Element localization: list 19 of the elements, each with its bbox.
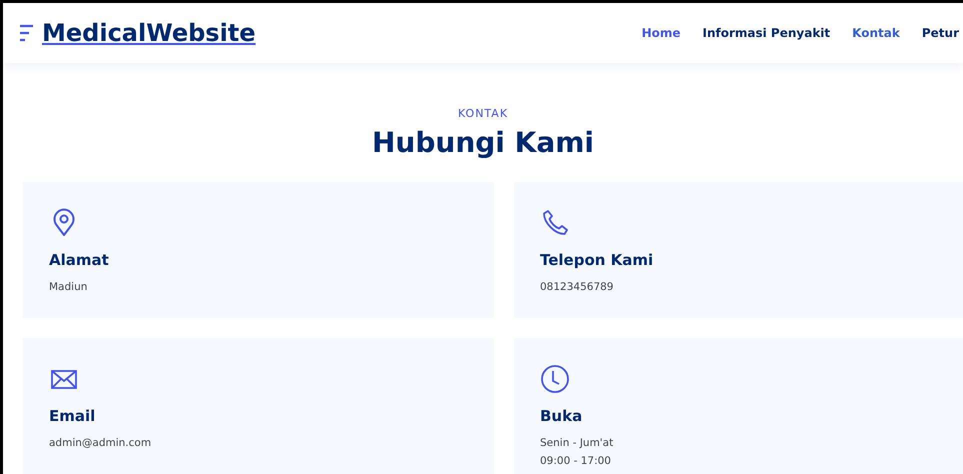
nav-link[interactable]: Informasi Penyakit xyxy=(702,26,830,40)
card-title: Alamat xyxy=(49,251,110,269)
nav-link[interactable]: Petur xyxy=(922,26,959,40)
site-logo[interactable]: MedicalWebsite xyxy=(42,19,256,47)
section-eyebrow: KONTAK xyxy=(456,107,510,120)
nav-link[interactable]: Home xyxy=(642,26,680,40)
card-text: 08123456789 xyxy=(540,280,614,295)
card-text: admin@admin.com xyxy=(49,436,152,451)
card-text: Senin - Jum'at xyxy=(540,436,614,451)
card-title: Email xyxy=(49,407,96,425)
section-title: Hubungi Kami xyxy=(370,126,596,159)
clock-icon xyxy=(540,364,570,394)
card-text: Madiun xyxy=(49,280,88,295)
phone-icon xyxy=(540,208,570,238)
card-title: Buka xyxy=(540,407,584,425)
card-title: Telepon Kami xyxy=(540,251,654,269)
card-text: 09:00 - 17:00 xyxy=(540,454,612,469)
nav-link[interactable]: Kontak xyxy=(852,26,900,40)
menu-lines-icon xyxy=(18,24,34,42)
